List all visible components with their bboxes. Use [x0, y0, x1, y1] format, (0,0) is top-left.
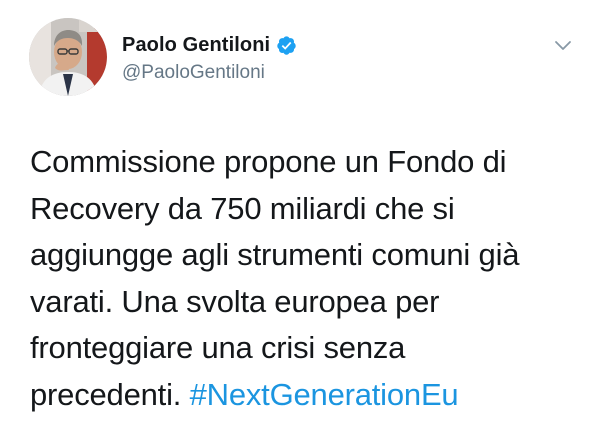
tweet-text-line: Recovery da 750 miliardi che si	[30, 190, 455, 226]
user-handle[interactable]: @PaoloGentiloni	[122, 62, 297, 84]
tweet-text-segment: precedenti.	[30, 376, 190, 412]
tweet-menu-button[interactable]	[552, 34, 574, 56]
name-row: Paolo Gentiloni	[122, 32, 297, 58]
tweet-text-line: aggiungge agli strumenti comuni già	[30, 237, 520, 272]
tweet-card: Paolo Gentiloni @PaoloGentiloni Commissi…	[0, 0, 600, 447]
tweet-text-line: varati. Una svolta europea per	[30, 283, 440, 319]
author-header: Paolo Gentiloni @PaoloGentiloni	[122, 32, 297, 84]
chevron-down-icon	[555, 41, 571, 50]
display-name[interactable]: Paolo Gentiloni	[122, 34, 270, 57]
verified-badge-icon	[276, 35, 297, 56]
avatar[interactable]	[29, 18, 107, 96]
tweet-text-last-line: precedenti. #NextGenerationEu	[30, 372, 585, 419]
tweet-text-line: Commissione propone un Fondo di	[30, 144, 507, 179]
profile-photo-icon	[29, 18, 107, 96]
tweet-text-line: fronteggiare una crisi senza	[30, 330, 406, 365]
tweet-text: Commissione propone un Fondo di Recovery…	[30, 139, 585, 418]
hashtag-link[interactable]: #NextGenerationEu	[190, 377, 459, 412]
